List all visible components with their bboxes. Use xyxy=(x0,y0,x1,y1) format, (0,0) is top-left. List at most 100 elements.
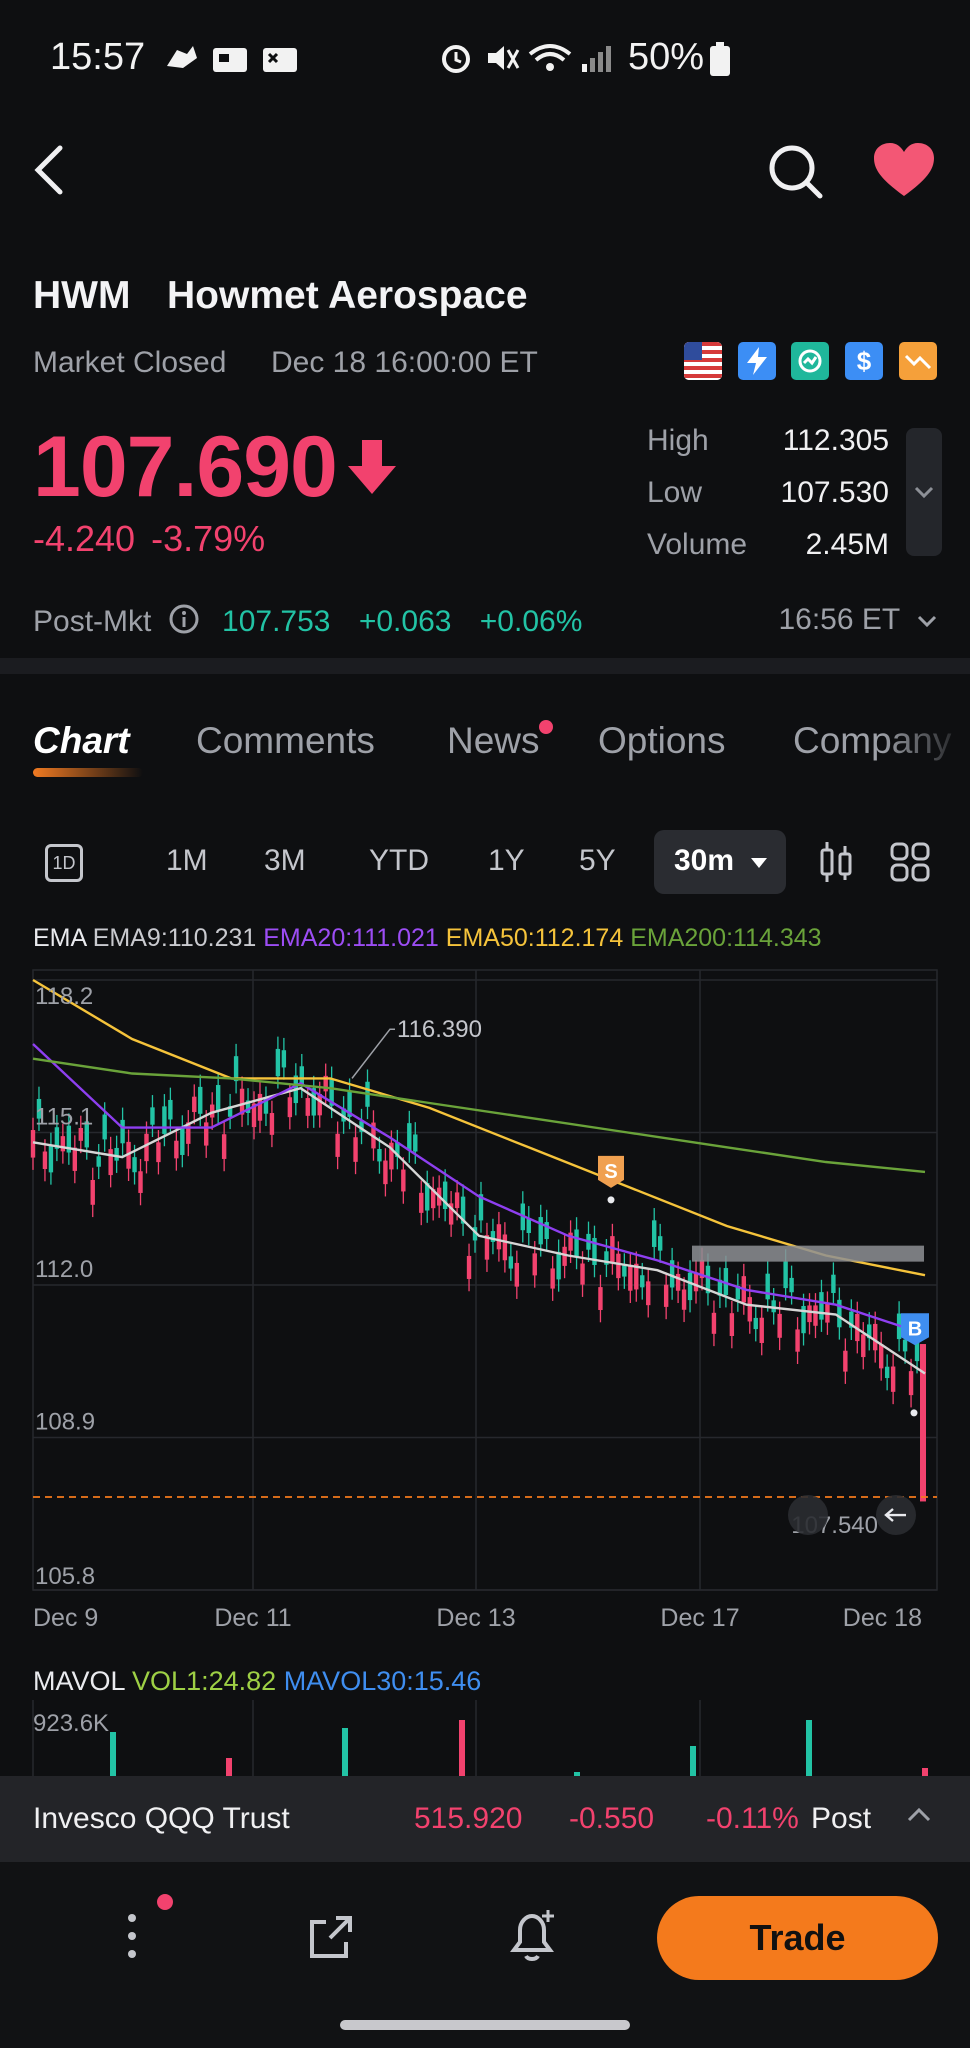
tab-news[interactable]: News xyxy=(447,720,540,762)
trade-button[interactable]: Trade xyxy=(657,1896,938,1980)
buy-marker-label: B xyxy=(908,1318,922,1340)
ticker-bar-session: Post xyxy=(811,1802,872,1835)
market-ticker-bar[interactable]: Invesco QQQ Trust 515.920 -0.550 -0.11% … xyxy=(0,1776,970,1862)
search-icon[interactable] xyxy=(766,142,826,207)
candlestick-type-icon[interactable] xyxy=(818,840,854,889)
candle-body xyxy=(550,1268,555,1289)
menu-notification-dot xyxy=(157,1894,173,1910)
candle-body xyxy=(598,1287,603,1311)
candle-body xyxy=(335,1133,340,1157)
candle-body xyxy=(269,1113,275,1135)
tab-comments[interactable]: Comments xyxy=(196,720,375,762)
volume-value: 2.45M xyxy=(805,528,889,561)
y-tick-label: 112.0 xyxy=(35,1256,93,1283)
refresh-icon[interactable] xyxy=(791,342,829,380)
candle-body xyxy=(72,1147,78,1171)
battery-level: 50% xyxy=(628,36,705,78)
favorite-heart-icon[interactable] xyxy=(872,142,936,205)
info-icon[interactable] xyxy=(168,603,200,643)
price-chart-svg[interactable]: 116.390107.540SB 118.2115.1112.0108.9105… xyxy=(0,960,970,1640)
expand-chart-icon xyxy=(788,1495,828,1536)
notification-icons xyxy=(163,40,303,81)
candle-body xyxy=(144,1133,149,1162)
range-1d[interactable]: 1D xyxy=(45,844,83,882)
volume-bar xyxy=(342,1728,348,1780)
volume-bar xyxy=(690,1746,696,1780)
interval-label: 30m xyxy=(674,844,735,877)
post-market-time: 16:56 ET xyxy=(778,603,900,636)
section-divider xyxy=(0,658,970,674)
candle-body xyxy=(777,1313,782,1338)
candle-body xyxy=(640,1275,645,1288)
candle-body xyxy=(102,1114,107,1140)
candle-body xyxy=(90,1180,95,1205)
candle-body xyxy=(174,1140,179,1159)
us-flag-icon[interactable] xyxy=(684,342,722,380)
candle-body xyxy=(562,1246,567,1266)
range-1m[interactable]: 1M xyxy=(166,844,208,878)
candle-body xyxy=(30,1130,36,1158)
news-notification-dot xyxy=(539,720,553,734)
mavol30-value: MAVOL30:15.46 xyxy=(283,1666,482,1696)
candle-body xyxy=(532,1253,537,1276)
volume-bars-svg xyxy=(32,1700,928,1780)
y-tick-label: 118.2 xyxy=(35,983,93,1010)
chevron-down-icon xyxy=(917,615,937,628)
candle-body xyxy=(138,1171,143,1193)
post-market-time-selector[interactable]: 16:56 ET xyxy=(778,603,938,637)
candle-body xyxy=(42,1151,48,1170)
candle-body xyxy=(920,1344,926,1502)
ema-legend[interactable]: EMA EMA9:110.231 EMA20:111.021 EMA50:112… xyxy=(33,924,822,953)
last-price: 107.690 xyxy=(33,419,338,515)
grid-layout-icon[interactable] xyxy=(890,842,930,887)
candle-body xyxy=(377,1149,382,1162)
volume-chart[interactable]: 923.6K xyxy=(0,1700,970,1780)
y-tick-label: 105.8 xyxy=(35,1563,95,1590)
ticker-bar-name: Invesco QQQ Trust xyxy=(33,1802,290,1835)
candle-body xyxy=(908,1371,914,1396)
share-icon[interactable] xyxy=(306,1912,358,1967)
candle-body xyxy=(873,1323,878,1351)
back-arrow-icon[interactable] xyxy=(30,140,70,205)
stats-expand-button[interactable] xyxy=(906,428,942,556)
candle-body xyxy=(383,1160,388,1185)
candle-body xyxy=(747,1297,752,1322)
candle-body xyxy=(401,1169,406,1192)
candle-body xyxy=(180,1127,185,1155)
candle-body xyxy=(114,1147,119,1161)
price-chart[interactable]: 116.390 107.540 S B 118.2 115.1 112.0 108.9 105… xyxy=(0,960,970,1640)
high-annotation-line xyxy=(351,1028,395,1079)
lightning-icon[interactable] xyxy=(738,342,776,380)
candle-body xyxy=(574,1229,579,1257)
candle-body xyxy=(616,1253,621,1279)
market-status: Market Closed xyxy=(33,346,227,379)
range-3m[interactable]: 3M xyxy=(264,844,306,878)
candle-body xyxy=(681,1289,687,1310)
candle-body xyxy=(353,1137,358,1162)
chevron-up-icon[interactable] xyxy=(906,1804,932,1829)
candle-body xyxy=(538,1217,543,1245)
more-menu-icon[interactable] xyxy=(120,1906,150,1971)
range-1y[interactable]: 1Y xyxy=(488,844,525,878)
mavol-legend[interactable]: MAVOL VOL1:24.82 MAVOL30:15.46 xyxy=(33,1666,481,1697)
dollar-icon[interactable]: $ xyxy=(845,342,883,380)
candle-body xyxy=(628,1265,633,1291)
candle-body xyxy=(275,1048,281,1077)
high-annotation-label: 116.390 xyxy=(397,1016,482,1043)
candle-body xyxy=(729,1313,735,1336)
interval-dropdown[interactable]: 30m xyxy=(654,830,786,894)
system-icons xyxy=(438,40,618,81)
tab-options[interactable]: Options xyxy=(598,720,726,762)
trend-icon[interactable] xyxy=(899,342,937,380)
chevron-down-icon xyxy=(914,486,934,499)
candle-body xyxy=(526,1218,531,1233)
mavol-title: MAVOL xyxy=(33,1666,125,1696)
range-5y[interactable]: 5Y xyxy=(579,844,616,878)
sell-marker-label: S xyxy=(604,1161,617,1183)
candle-body xyxy=(48,1144,54,1173)
range-ytd[interactable]: YTD xyxy=(369,844,429,878)
tab-chart[interactable]: Chart xyxy=(33,720,130,762)
price-alert-bell-icon[interactable] xyxy=(506,1906,562,1969)
svg-text:$: $ xyxy=(857,346,872,376)
volume-bar xyxy=(110,1732,116,1780)
